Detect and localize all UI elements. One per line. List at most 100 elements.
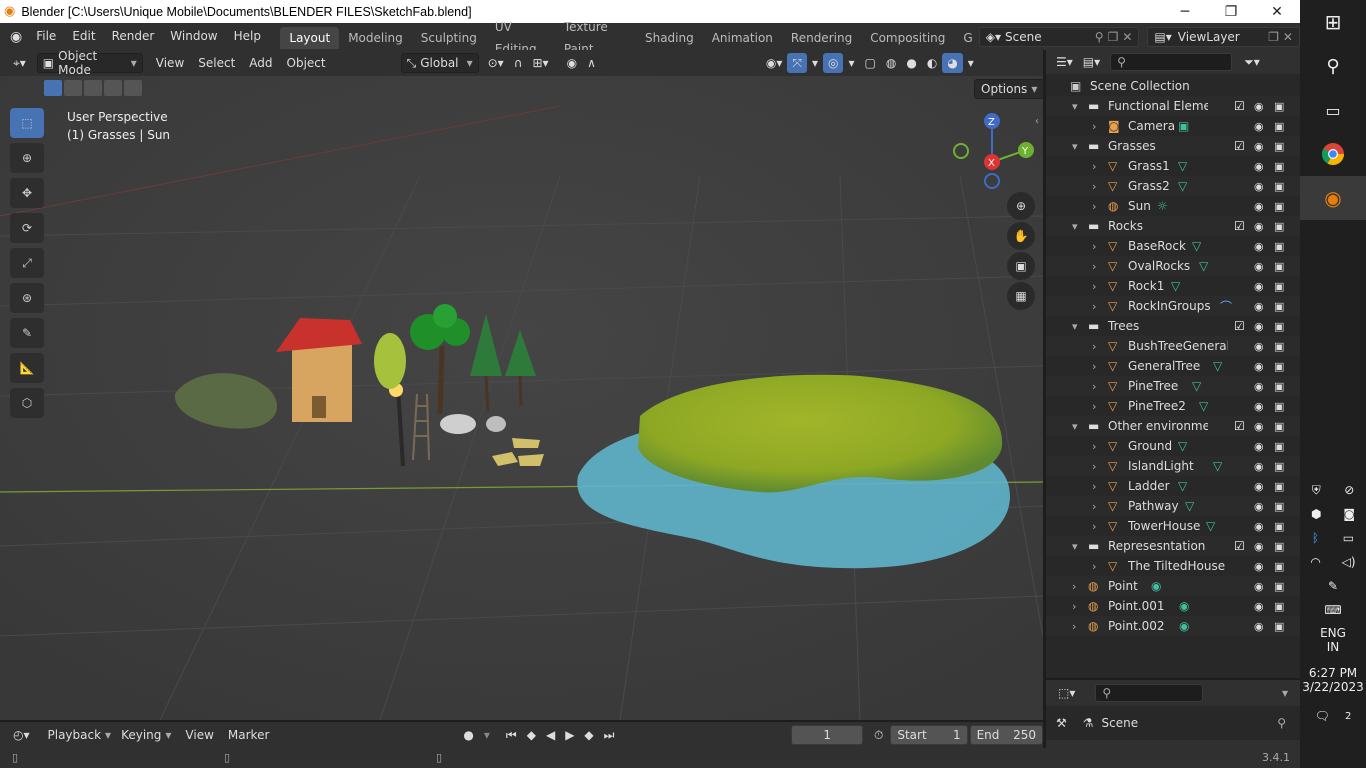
collection-checkbox[interactable]: ☑ <box>1234 139 1245 153</box>
jump-end-button[interactable]: ⏭ <box>599 725 620 745</box>
render-camera-icon[interactable]: ▣ <box>1274 220 1284 233</box>
render-camera-icon[interactable]: ▣ <box>1274 420 1284 433</box>
eye-visibility-icon[interactable]: ◉ <box>1254 560 1264 573</box>
eye-visibility-icon[interactable]: ◉ <box>1254 520 1264 533</box>
current-frame-field[interactable]: 1 <box>791 725 863 745</box>
render-camera-icon[interactable]: ▣ <box>1274 240 1284 253</box>
eye-visibility-icon[interactable]: ◉ <box>1254 360 1264 373</box>
notifications-button[interactable]: 🗨 2 <box>1300 704 1366 728</box>
render-camera-icon[interactable]: ▣ <box>1274 380 1284 393</box>
zoom-button[interactable]: ⊕ <box>1007 192 1035 220</box>
overlay-toggle[interactable]: ◎ <box>823 53 844 73</box>
eye-visibility-icon[interactable]: ◉ <box>1254 540 1264 553</box>
outliner-row[interactable]: › ▽ Grass1 ▽ ◉ ▣ <box>1046 156 1300 176</box>
collection-checkbox[interactable]: ☑ <box>1234 219 1245 233</box>
tool-tab-icon[interactable]: ⚒ <box>1056 716 1067 730</box>
camera-data-icon[interactable]: ▣ <box>1178 119 1189 133</box>
battery-icon[interactable]: ▭ <box>1343 531 1354 545</box>
outliner-row[interactable]: › ▽ OvalRocks ▽ ◉ ▣ <box>1046 256 1300 276</box>
outliner-row[interactable]: ▾ ▬ Trees ☑ ◉ ▣ <box>1046 316 1300 336</box>
gizmo-toggle[interactable]: ⤧ <box>787 53 807 73</box>
sidebar-toggle-icon[interactable]: ‹ <box>1035 116 1039 127</box>
filter-icon[interactable]: ⏷▾ <box>1244 55 1260 70</box>
tab-geometry-nodes[interactable]: G <box>954 27 974 49</box>
outliner-row[interactable]: ▾ ▬ Represesntation Scene ☑ ◉ ▣ <box>1046 536 1300 556</box>
outliner-row[interactable]: › ◍ Point.002 ◉ ◉ ▣ <box>1046 616 1300 636</box>
properties-search-input[interactable]: ⚲ <box>1095 684 1204 702</box>
mesh-data-icon[interactable]: ▽ <box>1199 399 1208 413</box>
render-camera-icon[interactable]: ▣ <box>1274 340 1284 353</box>
measure-tool[interactable]: 📐 <box>10 353 44 383</box>
mesh-data-icon[interactable]: ▽ <box>1178 439 1187 453</box>
new-scene-icon[interactable]: ❐ <box>1108 30 1119 44</box>
play-reverse-button[interactable]: ◀ <box>541 725 560 745</box>
snap-target-dropdown[interactable]: ⊞▾ <box>528 53 554 73</box>
select-invert-icon[interactable] <box>104 80 122 96</box>
ortho-toggle-button[interactable]: ▦ <box>1007 282 1035 310</box>
outliner-row[interactable]: ▾ ▬ Other environment ☑ ◉ ▣ <box>1046 416 1300 436</box>
outliner-row[interactable]: › ▽ TowerHouse ▽ ◉ ▣ <box>1046 516 1300 536</box>
eye-visibility-icon[interactable]: ◉ <box>1254 260 1264 273</box>
editor-type-button[interactable]: ⌖▾ <box>8 53 31 73</box>
disclosure-arrow-icon[interactable]: › <box>1092 160 1096 173</box>
disclosure-arrow-icon[interactable]: › <box>1072 620 1076 633</box>
eye-visibility-icon[interactable]: ◉ <box>1254 460 1264 473</box>
eye-visibility-icon[interactable]: ◉ <box>1254 120 1264 133</box>
mesh-data-icon[interactable]: ▽ <box>1178 479 1187 493</box>
start-frame-field[interactable]: Start 1 <box>890 725 968 745</box>
eye-visibility-icon[interactable]: ◉ <box>1254 340 1264 353</box>
add-cube-tool[interactable]: ⬡ <box>10 388 44 418</box>
bluetooth-icon[interactable]: ᛒ <box>1312 531 1319 545</box>
task-view-button[interactable]: ▭ <box>1300 88 1366 132</box>
render-camera-icon[interactable]: ▣ <box>1274 140 1284 153</box>
disclosure-arrow-icon[interactable]: › <box>1092 240 1096 253</box>
scene-collection-row[interactable]: ▣ Scene Collection <box>1046 76 1300 96</box>
disclosure-arrow-icon[interactable]: › <box>1092 300 1096 313</box>
delete-viewlayer-icon[interactable]: ✕ <box>1283 30 1293 44</box>
render-camera-icon[interactable]: ▣ <box>1274 300 1284 313</box>
mesh-data-icon[interactable]: ▽ <box>1213 459 1222 473</box>
annotate-tool[interactable]: ✎ <box>10 318 44 348</box>
camera-view-button[interactable]: ▣ <box>1007 252 1035 280</box>
collection-checkbox[interactable]: ☑ <box>1234 99 1245 113</box>
mesh-data-icon[interactable]: ▽ <box>1192 379 1201 393</box>
scene-selector[interactable]: ◈▾ Scene ⚲ ❐ ✕ <box>978 26 1140 47</box>
render-camera-icon[interactable]: ▣ <box>1274 440 1284 453</box>
render-camera-icon[interactable]: ▣ <box>1274 200 1284 213</box>
select-menu[interactable]: Select <box>193 53 240 73</box>
overlay-dropdown[interactable]: ▾ <box>843 53 859 73</box>
render-camera-icon[interactable]: ▣ <box>1274 520 1284 533</box>
chrome-taskbar-button[interactable] <box>1300 132 1366 176</box>
orientation-dropdown[interactable]: ⤡ Global ▾ <box>400 53 479 73</box>
disclosure-arrow-icon[interactable]: › <box>1072 580 1076 593</box>
outliner-row[interactable]: › ▽ GeneralTree ▽ ◉ ▣ <box>1046 356 1300 376</box>
navigation-gizmo[interactable]: Z Y X <box>948 110 1038 190</box>
pin-icon[interactable]: ⚲ <box>1277 716 1286 730</box>
properties-editor-type-icon[interactable]: ⬚▾ <box>1058 686 1075 700</box>
pen-icon[interactable]: ✎ <box>1328 579 1338 593</box>
keyboard-icon[interactable]: ⌨ <box>1324 603 1341 617</box>
shading-dropdown[interactable]: ▾ <box>963 53 979 73</box>
render-camera-icon[interactable]: ▣ <box>1274 360 1284 373</box>
eye-visibility-icon[interactable]: ◉ <box>1254 620 1264 633</box>
outliner-search-input[interactable]: ⚲ <box>1110 53 1233 71</box>
jump-start-button[interactable]: ⏮ <box>501 725 522 745</box>
disclosure-arrow-icon[interactable]: › <box>1072 600 1076 613</box>
disclosure-arrow-icon[interactable]: › <box>1092 440 1096 453</box>
disclosure-arrow-icon[interactable]: › <box>1092 500 1096 513</box>
mesh-data-icon[interactable]: ▽ <box>1213 359 1222 373</box>
expand-arrow-icon[interactable]: ▾ <box>1072 140 1078 153</box>
hidden-cam-icon[interactable]: ⊘ <box>1344 483 1354 497</box>
mesh-data-icon[interactable]: ▽ <box>1178 159 1187 173</box>
render-camera-icon[interactable]: ▣ <box>1274 480 1284 493</box>
collection-checkbox[interactable]: ☑ <box>1234 319 1245 333</box>
mesh-data-icon[interactable]: ▽ <box>1192 239 1201 253</box>
outliner-row[interactable]: › ◙ Camera ▣ ◉ ▣ <box>1046 116 1300 136</box>
playback-menu[interactable]: Playback ▾ <box>43 725 117 745</box>
point-data-icon[interactable]: ◉ <box>1179 599 1189 613</box>
disclosure-arrow-icon[interactable]: › <box>1092 560 1096 573</box>
render-camera-icon[interactable]: ▣ <box>1274 580 1284 593</box>
eye-visibility-icon[interactable]: ◉ <box>1254 300 1264 313</box>
transform-tool[interactable]: ⊛ <box>10 283 44 313</box>
outliner-row[interactable]: ▾ ▬ Rocks ☑ ◉ ▣ <box>1046 216 1300 236</box>
